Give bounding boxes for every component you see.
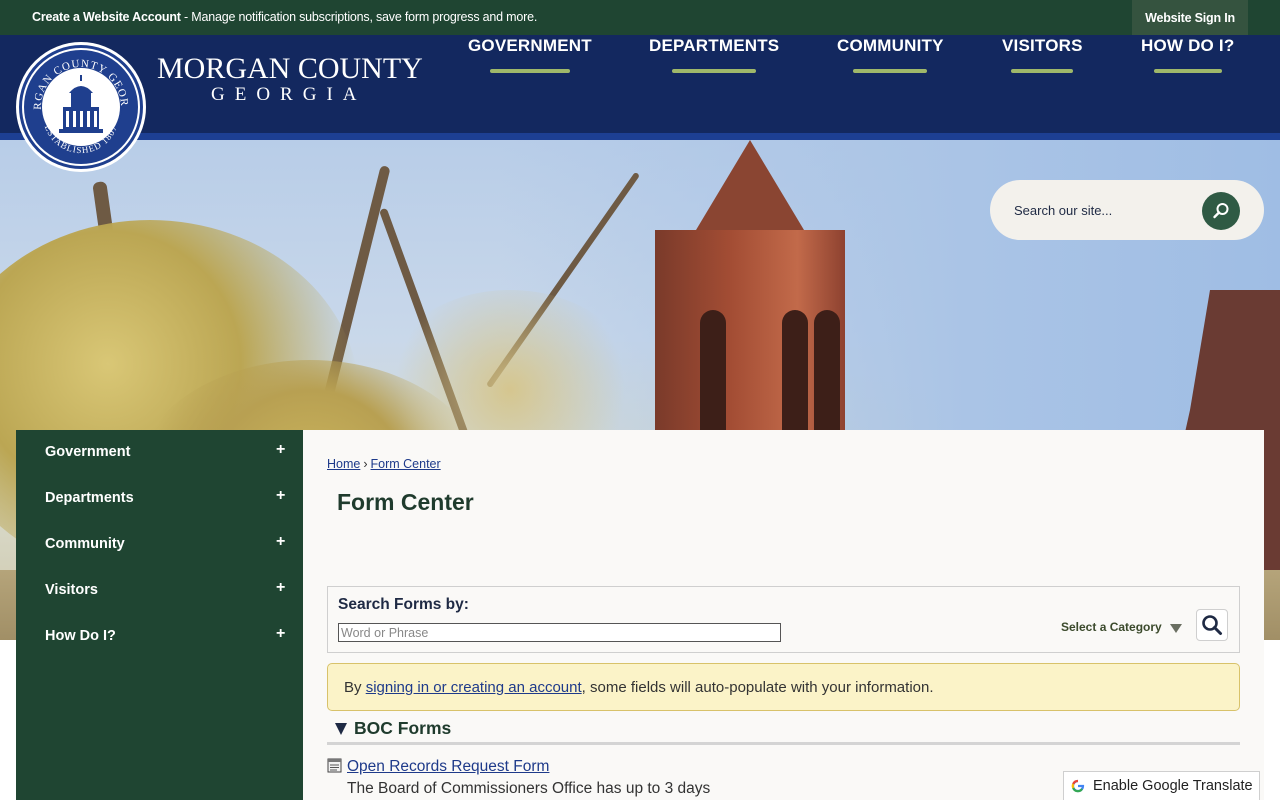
magnifier-icon <box>1202 615 1222 635</box>
nav-label: HOW DO I? <box>1141 36 1235 55</box>
create-account-description: - Manage notification subscriptions, sav… <box>180 10 538 24</box>
nav-government[interactable]: GOVERNMENT <box>468 36 592 73</box>
utility-bar: Create a Website Account - Manage notifi… <box>0 0 1280 35</box>
sidebar-item-label: Community <box>45 536 125 552</box>
expand-plus-icon[interactable]: + <box>276 487 285 505</box>
form-search-label: Search Forms by: <box>338 596 469 613</box>
nav-label: COMMUNITY <box>837 36 944 55</box>
breadcrumb-form-center-link[interactable]: Form Center <box>371 457 441 471</box>
nav-underline <box>489 69 570 73</box>
sidebar-item-community[interactable]: Community + <box>16 522 303 568</box>
expand-plus-icon[interactable]: + <box>276 441 285 459</box>
notice-prefix: By <box>344 679 366 696</box>
nav-community[interactable]: COMMUNITY <box>837 36 944 73</box>
create-account-label: Create a Website Account <box>32 10 181 24</box>
nav-label: DEPARTMENTS <box>649 36 780 55</box>
create-account-link[interactable]: Create a Website Account - Manage notifi… <box>32 10 537 24</box>
nav-label: GOVERNMENT <box>468 36 592 55</box>
side-navigation: Government + Departments + Community + Visi… <box>16 430 303 800</box>
sidebar-item-label: Departments <box>45 490 134 506</box>
form-description: The Board of Commissioners Office has up… <box>347 780 711 797</box>
sidebar-item-visitors[interactable]: Visitors + <box>16 568 303 614</box>
sidebar-item-label: Visitors <box>45 582 98 598</box>
seal-icon: MORGAN COUNTY GEORGIA ESTABLISHED 1807 <box>14 36 140 166</box>
nav-underline <box>853 69 928 73</box>
google-translate-label: Enable Google Translate <box>1093 778 1253 794</box>
expand-plus-icon[interactable]: + <box>276 533 285 551</box>
logo-state-name: GEORGIA <box>211 84 367 105</box>
dropdown-arrow-icon <box>1169 624 1182 633</box>
website-sign-in-button[interactable]: Website Sign In <box>1132 0 1248 35</box>
site-logo-text[interactable]: MORGAN COUNTY GEORGIA <box>157 52 423 106</box>
section-title: BOC Forms <box>354 718 452 738</box>
collapse-triangle-icon[interactable] <box>335 723 347 735</box>
logo-county-name: MORGAN COUNTY <box>157 52 423 85</box>
nav-underline <box>1011 69 1074 73</box>
site-search-box <box>990 180 1264 240</box>
boc-forms-section-header[interactable]: BOC Forms <box>327 717 1240 745</box>
google-translate-button[interactable]: Enable Google Translate <box>1063 771 1260 800</box>
google-translate-icon <box>1070 778 1086 794</box>
nav-visitors[interactable]: VISITORS <box>1002 36 1083 73</box>
form-document-icon <box>327 758 342 773</box>
nav-underline <box>672 69 757 73</box>
sidebar-item-government[interactable]: Government + <box>16 430 303 476</box>
breadcrumb-separator: › <box>363 457 368 471</box>
form-search-input[interactable] <box>338 623 781 642</box>
breadcrumb: Home › Form Center <box>327 457 441 471</box>
notice-suffix: , some fields will auto-populate with yo… <box>581 679 934 696</box>
nav-underline <box>1153 69 1222 73</box>
sidebar-item-label: How Do I? <box>45 628 116 644</box>
expand-plus-icon[interactable]: + <box>276 625 285 643</box>
nav-label: VISITORS <box>1002 36 1083 55</box>
form-search-panel: Search Forms by: Select a Category <box>327 586 1240 653</box>
county-seal-logo[interactable]: MORGAN COUNTY GEORGIA ESTABLISHED 1807 <box>14 36 146 172</box>
main-content: Home › Form Center Form Center Search Form… <box>303 430 1264 800</box>
page-title: Form Center <box>337 489 474 515</box>
expand-plus-icon[interactable]: + <box>276 579 285 597</box>
category-select[interactable]: Select a Category <box>1061 620 1182 634</box>
sidebar-item-departments[interactable]: Departments + <box>16 476 303 522</box>
nav-departments[interactable]: DEPARTMENTS <box>649 36 779 73</box>
sign-in-notice: By signing in or creating an account, so… <box>327 663 1240 711</box>
nav-how-do-i[interactable]: HOW DO I? <box>1141 36 1234 73</box>
site-search-button[interactable] <box>1202 192 1240 230</box>
sidebar-item-label: Government <box>45 444 131 460</box>
breadcrumb-home-link[interactable]: Home <box>327 457 360 471</box>
form-search-button[interactable] <box>1196 609 1228 641</box>
category-select-label: Select a Category <box>1061 620 1162 634</box>
open-records-request-form-link[interactable]: Open Records Request Form <box>347 758 549 776</box>
search-icon <box>1213 203 1229 219</box>
site-search-input[interactable] <box>1014 199 1194 221</box>
sign-in-create-account-link[interactable]: signing in or creating an account <box>366 679 582 696</box>
header-stripe <box>0 133 1280 140</box>
sidebar-item-how-do-i[interactable]: How Do I? + <box>16 614 303 660</box>
